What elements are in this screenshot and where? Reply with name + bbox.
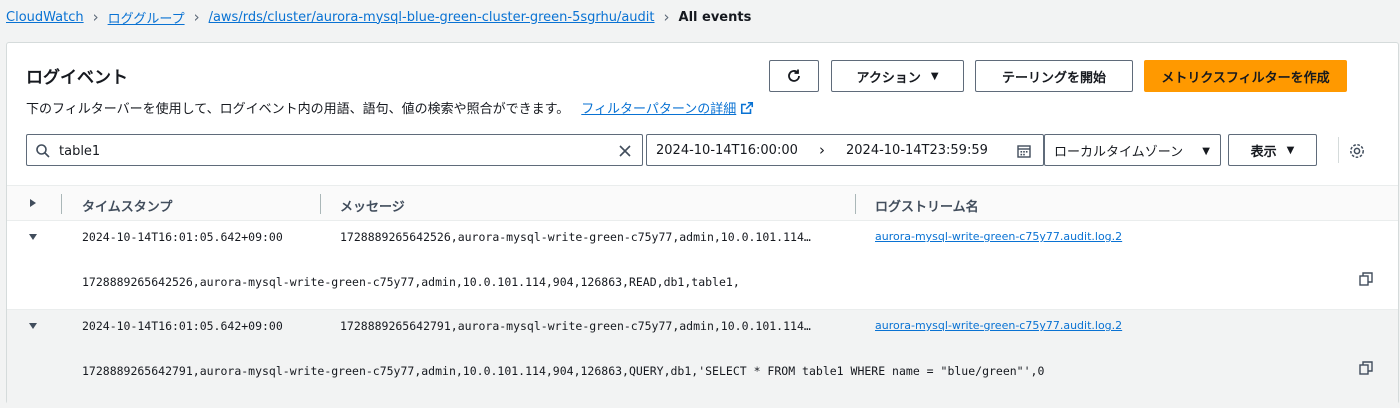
collapse-row-icon[interactable] — [29, 323, 37, 329]
external-link-icon[interactable] — [740, 101, 754, 115]
column-divider — [320, 194, 321, 214]
caret-down-icon: ▼ — [1202, 146, 1210, 157]
display-label: 表示 — [1250, 144, 1277, 160]
column-message[interactable]: メッセージ — [340, 196, 405, 215]
table-row[interactable]: 2024-10-14T16:01:05.642+09:00 1728889265… — [7, 309, 1398, 405]
description-text: 下のフィルターバーを使用して、ログイベント内の用語、語句、値の検索や照合ができま… — [26, 102, 570, 117]
search-box — [26, 134, 643, 166]
start-tailing-label: テーリングを開始 — [1001, 70, 1106, 86]
arrow-right-icon: › — [819, 141, 825, 159]
refresh-icon — [788, 69, 800, 82]
column-log-stream[interactable]: ログストリーム名 — [875, 196, 979, 215]
actions-label: アクション — [856, 70, 921, 86]
breadcrumb-log-groups[interactable]: ロググループ — [108, 8, 185, 27]
row-log-stream-link[interactable]: aurora-mysql-write-green-c75y77.audit.lo… — [875, 319, 1122, 332]
date-range-picker[interactable]: 2024-10-14T16:00:00 › 2024-10-14T23:59:5… — [646, 134, 1044, 166]
clear-icon[interactable] — [617, 143, 633, 159]
timezone-label: ローカルタイムゾーン — [1054, 144, 1184, 160]
row-timestamp: 2024-10-14T16:01:05.642+09:00 — [82, 230, 283, 244]
collapse-row-icon[interactable] — [29, 234, 37, 240]
create-metric-filter-button[interactable]: メトリクスフィルターを作成 — [1144, 60, 1347, 92]
settings-icon[interactable] — [1348, 142, 1366, 160]
row-expanded-message: 1728889265642526,aurora-mysql-write-gree… — [82, 275, 740, 289]
chevron-right-icon: › — [193, 8, 200, 26]
row-message: 1728889265642791,aurora-mysql-write-gree… — [340, 319, 811, 333]
copy-icon[interactable] — [1359, 272, 1373, 286]
column-timestamp[interactable]: タイムスタンプ — [82, 196, 172, 215]
date-end: 2024-10-14T23:59:59 — [846, 143, 988, 158]
row-message: 1728889265642526,aurora-mysql-write-gree… — [340, 230, 811, 244]
caret-down-icon: ▼ — [1286, 144, 1295, 156]
start-tailing-button[interactable]: テーリングを開始 — [975, 60, 1133, 92]
timezone-select[interactable]: ローカルタイムゾーン ▼ — [1044, 134, 1221, 166]
chevron-right-icon: › — [92, 8, 99, 26]
toolbar-divider — [1338, 137, 1339, 163]
breadcrumb-cloudwatch[interactable]: CloudWatch — [6, 10, 84, 25]
page-description: 下のフィルターバーを使用して、ログイベント内の用語、語句、値の検索や照合ができま… — [26, 98, 754, 117]
date-start: 2024-10-14T16:00:00 — [656, 143, 798, 158]
column-divider — [61, 194, 62, 214]
breadcrumb: CloudWatch › ロググループ › /aws/rds/cluster/a… — [6, 8, 752, 27]
row-expanded-message: 1728889265642791,aurora-mysql-write-gree… — [82, 364, 1045, 378]
page-title: ログイベント — [26, 68, 128, 88]
table-header: タイムスタンプ メッセージ ログストリーム名 — [7, 185, 1398, 221]
breadcrumb-log-group[interactable]: /aws/rds/cluster/aurora-mysql-blue-green… — [209, 10, 655, 25]
create-metric-filter-label: メトリクスフィルターを作成 — [1161, 70, 1330, 86]
expand-all-icon[interactable] — [30, 199, 36, 207]
refresh-button[interactable] — [769, 60, 819, 92]
breadcrumb-current: All events — [678, 9, 752, 25]
actions-button[interactable]: アクション ▼ — [831, 60, 964, 92]
log-events-panel: ログイベント 下のフィルターバーを使用して、ログイベント内の用語、語句、値の検索… — [6, 42, 1399, 405]
chevron-right-icon: › — [663, 8, 670, 26]
search-icon — [36, 144, 50, 158]
display-button[interactable]: 表示 ▼ — [1228, 134, 1317, 166]
filter-pattern-link[interactable]: フィルターパターンの詳細 — [581, 98, 736, 117]
caret-down-icon: ▼ — [930, 70, 939, 82]
row-log-stream-link[interactable]: aurora-mysql-write-green-c75y77.audit.lo… — [875, 230, 1122, 243]
row-timestamp: 2024-10-14T16:01:05.642+09:00 — [82, 319, 283, 333]
copy-icon[interactable] — [1359, 361, 1373, 375]
table-row[interactable]: 2024-10-14T16:01:05.642+09:00 1728889265… — [7, 221, 1398, 309]
calendar-icon[interactable] — [1016, 143, 1032, 159]
column-divider — [855, 194, 856, 214]
search-input[interactable] — [57, 141, 617, 161]
